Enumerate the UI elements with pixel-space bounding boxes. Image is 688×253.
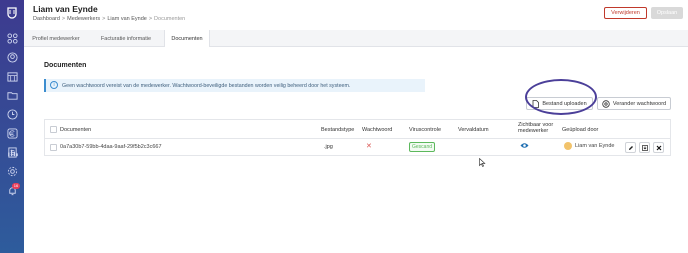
mouse-cursor-icon xyxy=(479,158,486,167)
column-header-expiry-date[interactable]: Vervaldatum xyxy=(458,127,489,133)
documents-panel: Documenten i Geen wachtwoord vereist van… xyxy=(24,47,688,253)
documents-table: Documenten Bestandstype Wachtwoord Virus… xyxy=(44,119,671,156)
save-button[interactable]: Opslaan xyxy=(651,7,683,19)
clock-icon[interactable] xyxy=(5,108,19,120)
breadcrumb: Dashboard > Medewerkers > Liam van Eynde > Doc… xyxy=(33,16,185,22)
page-title: Liam van Eynde xyxy=(33,4,98,14)
settings-circle-icon xyxy=(602,99,610,108)
breadcrumb-separator: > xyxy=(61,16,66,22)
folder-icon[interactable] xyxy=(5,89,19,101)
breadcrumb-separator: > xyxy=(148,16,153,22)
change-password-label: Verander wachtwoord xyxy=(612,100,667,107)
avatar xyxy=(564,142,572,150)
download-icon[interactable] xyxy=(639,142,650,153)
app-logo[interactable] xyxy=(4,6,20,20)
delete-icon[interactable] xyxy=(653,142,664,153)
delete-button[interactable]: Verwijderen xyxy=(604,7,647,19)
table-header-row: Documenten Bestandstype Wachtwoord Virus… xyxy=(45,120,670,139)
column-header-visible-to-employee[interactable]: Zichtbaar voor medewerker xyxy=(518,122,560,134)
column-header-password[interactable]: Wachtwoord xyxy=(362,127,392,133)
change-password-button[interactable]: Verander wachtwoord xyxy=(597,97,671,110)
user-icon[interactable] xyxy=(5,51,19,63)
table-row[interactable]: 0a7a30b7-59bb-4daa-9aaf-29f5b2c3c667 .jp… xyxy=(45,139,670,156)
pencil-icon[interactable] xyxy=(625,142,636,153)
file-type: .jpg xyxy=(324,144,333,150)
virus-status-badge: Gescand xyxy=(409,142,436,152)
calendar-icon[interactable] xyxy=(5,70,19,82)
sidebar: 16 xyxy=(0,0,24,253)
breadcrumb-current: Documenten xyxy=(154,16,186,22)
gear-icon[interactable] xyxy=(5,165,19,177)
document-name[interactable]: 0a7a30b7-59bb-4daa-9aaf-29f5b2c3c667 xyxy=(60,144,162,150)
tab-billing-information[interactable]: Facturatie informatie xyxy=(88,30,164,47)
uploader-name: Liam van Eynde xyxy=(575,143,615,149)
column-header-file-type[interactable]: Bestandstype xyxy=(321,127,354,133)
column-header-documents[interactable]: Documenten xyxy=(60,127,91,133)
info-icon: i xyxy=(50,81,58,89)
breadcrumb-employees[interactable]: Medewerkers xyxy=(67,16,100,22)
tab-bar: Profiel medewerker Facturatie informatie… xyxy=(24,30,688,48)
grid-icon[interactable] xyxy=(5,32,19,44)
password-status-icon: ✕ xyxy=(366,143,372,150)
highlight-ellipse xyxy=(525,79,597,115)
column-header-uploaded-by[interactable]: Geüpload door xyxy=(562,127,598,133)
notification-badge: 16 xyxy=(12,183,20,189)
breadcrumb-employee[interactable]: Liam van Eynde xyxy=(107,16,146,22)
tab-employee-profile[interactable]: Profiel medewerker xyxy=(24,30,88,47)
eye-icon[interactable] xyxy=(520,142,529,151)
info-notice: i Geen wachtwoord vereist van de medewer… xyxy=(44,79,425,92)
uploaded-by: Liam van Eynde xyxy=(564,142,614,150)
row-checkbox[interactable] xyxy=(50,144,57,151)
euro-icon[interactable] xyxy=(5,127,19,139)
breadcrumb-separator: > xyxy=(102,16,106,22)
info-text: Geen wachtwoord vereist van de medewerke… xyxy=(62,82,351,89)
breadcrumb-dashboard[interactable]: Dashboard xyxy=(33,16,60,22)
column-header-virus-check[interactable]: Viruscontrole xyxy=(409,127,441,133)
page-header: Liam van Eynde Dashboard > Medewerkers > Lia… xyxy=(24,0,688,30)
section-title: Documenten xyxy=(44,62,87,69)
chart-icon[interactable] xyxy=(5,146,19,158)
select-all-checkbox[interactable] xyxy=(50,126,57,133)
tab-documents[interactable]: Documenten xyxy=(164,30,210,48)
